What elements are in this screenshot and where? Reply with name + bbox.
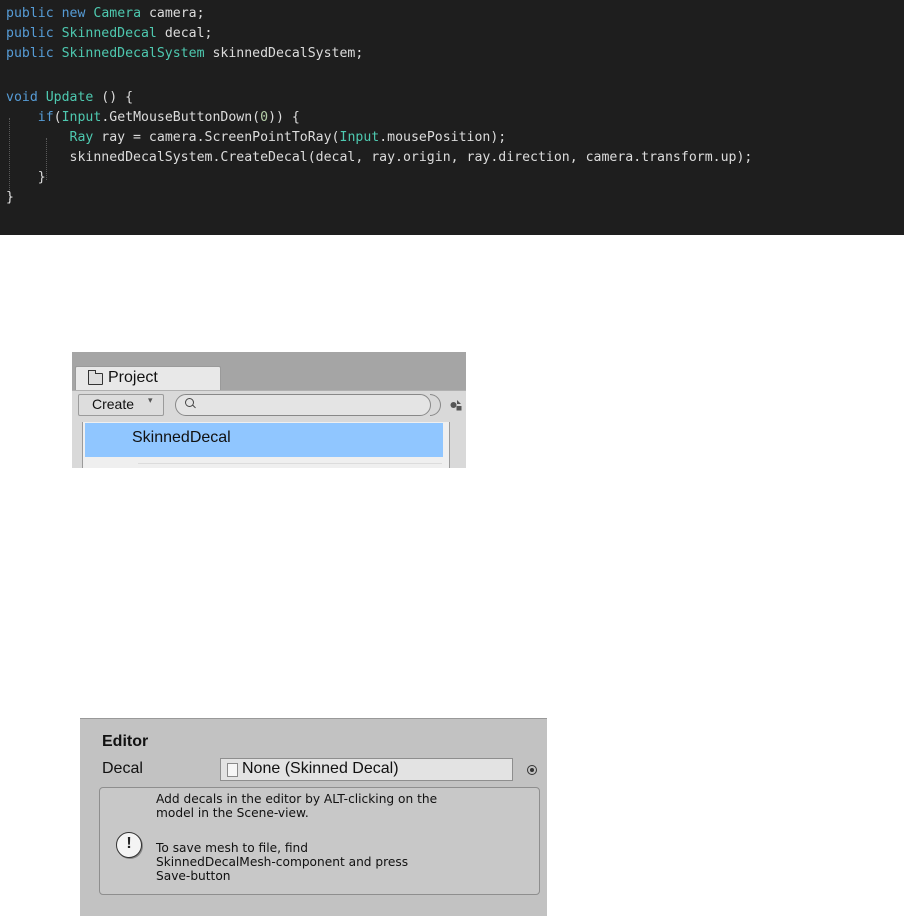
info-icon: ! — [116, 832, 142, 858]
list-item-label: SkinnedDecal — [132, 429, 231, 446]
code-line-7: skinnedDecalSystem.CreateDecal(decal, ra… — [69, 150, 753, 165]
create-label: Create — [92, 396, 135, 412]
decal-value: None (Skinned Decal) — [242, 760, 399, 777]
folder-icon — [88, 370, 103, 385]
asset-list: SkinnedDecal — [82, 422, 450, 468]
project-window: Project Create ▾ SkinnedDecal — [72, 352, 466, 468]
chevron-down-icon: ▾ — [148, 396, 153, 406]
help-box: ! Add decals in the editor by ALT-clicki… — [99, 787, 540, 895]
decal-label: Decal — [102, 760, 143, 777]
tab-project-label: Project — [108, 369, 158, 386]
code-line-8: } — [37, 170, 46, 185]
document-icon — [227, 763, 238, 777]
project-content: SkinnedDecal — [72, 419, 466, 468]
code-line-2: public SkinnedDecal decal; — [6, 26, 213, 41]
code-line-3: public SkinnedDecalSystem skinnedDecalSy… — [6, 46, 364, 61]
filter-by-type-icon[interactable] — [450, 399, 462, 411]
section-header-editor: Editor — [102, 733, 149, 750]
help-text-1: Add decals in the editor by ALT-clicking… — [156, 792, 438, 820]
decal-object-field[interactable]: None (Skinned Decal) — [220, 758, 513, 781]
search-icon — [185, 398, 194, 407]
search-input[interactable] — [175, 394, 431, 416]
divider — [138, 463, 442, 464]
search-cancel-button[interactable] — [430, 394, 441, 416]
code-line-1: public new Camera camera; — [6, 6, 205, 21]
code-line-5: if(Input.GetMouseButtonDown(0)) { — [37, 110, 300, 125]
tab-project[interactable]: Project — [75, 366, 221, 390]
code-line-6: Ray ray = camera.ScreenPointToRay(Input.… — [69, 130, 507, 145]
code-line-4: void Update () { — [6, 90, 134, 105]
code-editor-panel: public new Camera camera; public Skinned… — [0, 0, 904, 235]
list-item-selected[interactable]: SkinnedDecal — [85, 423, 443, 457]
project-toolbar: Create ▾ — [72, 390, 466, 419]
object-picker-icon[interactable] — [527, 765, 537, 775]
code-line-9: } — [6, 190, 14, 205]
help-text-2: To save mesh to file, find SkinnedDecalM… — [156, 841, 409, 883]
create-dropdown-button[interactable]: Create ▾ — [78, 394, 164, 416]
inspector-panel: Editor Decal None (Skinned Decal) ! Add … — [80, 718, 547, 916]
